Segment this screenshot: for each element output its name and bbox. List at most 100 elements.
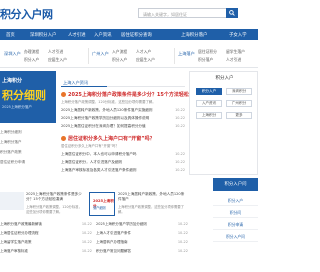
list-item-title: 积分落户常见问题解答 <box>96 249 131 253</box>
list-item-date: 10-22 <box>81 249 92 253</box>
tag-pill[interactable]: 更多 <box>226 112 252 119</box>
list-item-date: 10-22 <box>81 231 92 235</box>
tag-pill[interactable]: 深圳积分 <box>226 88 252 95</box>
section-underline <box>61 86 107 87</box>
news-row[interactable]: 上海落户审核标准及各类人才引进落户条件细则 10-22 <box>61 168 185 173</box>
lower-item-summary: 上海积分落户政策调整，120分标准，这些加分项你需要了解。 <box>26 205 82 214</box>
list-item-date: 10-22 <box>177 222 188 226</box>
right-card: 积分入户 积分入户 深圳积分 入户资讯 广州积分 上海积分 更多 <box>189 71 258 175</box>
list-item-title: 上海居住证积分办理流程 <box>0 231 39 235</box>
list-item-date: 10-22 <box>177 249 188 253</box>
nav-item-news[interactable]: 入户资讯 <box>94 32 112 38</box>
subnav-link[interactable]: 人才引进 <box>226 57 241 63</box>
divider <box>174 48 175 64</box>
subnav-link[interactable]: 积分入户 <box>112 57 127 63</box>
tag-pill[interactable]: 广州积分 <box>226 100 252 107</box>
tag-pill[interactable]: 上海积分 <box>196 112 222 119</box>
list-item-date: 10-22 <box>177 231 188 235</box>
right-card-title: 积分入户 <box>215 76 234 81</box>
news-title: 2025上海居住证积分在深圳办理？如何提高积分分值 <box>61 124 146 128</box>
news-row[interactable]: 上海居住证积分中，本人也可以申请积分落户吗 10-22 <box>61 152 185 157</box>
list-item[interactable]: 上海积分细则 <box>0 130 22 135</box>
promo-card-line2: 落户细则 <box>93 206 106 210</box>
news-date: 10-22 <box>175 116 185 120</box>
list-item[interactable]: 积分落户常见问题解答 10-22 <box>96 249 188 254</box>
main-nav: 首页 深圳积分入户 人才引进 入户资讯 居住证积分查询 上海积分落户 子女入学 <box>0 29 258 40</box>
subnav-link[interactable]: 人才入户 <box>136 49 151 55</box>
subnav-link[interactable]: 应届生入户 <box>48 57 67 63</box>
list-item-date: 10-22 <box>177 240 188 244</box>
list-item[interactable]: 上海积分落户 <box>0 140 22 145</box>
list-item[interactable]: 上海居住证积分办理流程 10-22 <box>0 231 92 236</box>
side-menu-link[interactable]: 积分入户问 <box>213 232 258 242</box>
nav-item-shanghai[interactable]: 上海积分落户 <box>181 32 207 38</box>
nav-item-school[interactable]: 子女入学 <box>229 32 247 38</box>
logo[interactable]: 积分入户网 <box>0 6 53 22</box>
nav-item-talent[interactable]: 人才引进 <box>68 32 86 38</box>
lower-item-title[interactable]: 2025上海居转户新政策，外地人员120条件落户 <box>118 192 186 202</box>
search-button[interactable] <box>226 8 238 18</box>
list-item[interactable]: 上海落户审核标准 10-22 <box>0 249 92 254</box>
promo-banner[interactable]: 上海积分 积分细则 2025上海积分落户 <box>0 71 56 123</box>
subnav-link[interactable]: 应届生入户 <box>136 57 155 63</box>
list-item[interactable]: 2025上海积分落户学历加分细则 10-22 <box>96 222 188 227</box>
news-title: 上海居住证积分中，本人也可以申请积分落户吗 <box>61 152 137 156</box>
banner-big-text: 积分细则 <box>2 89 46 102</box>
nav-item-shenzhen[interactable]: 深圳积分入户 <box>30 32 56 38</box>
subnav-title[interactable]: 上海落户 <box>178 51 195 57</box>
subnav-link[interactable]: 人才引进 <box>48 49 63 55</box>
news-row[interactable]: 2025上海积分落户政策学历加分细则以及具体操作说明 10-22 <box>61 116 185 121</box>
tag-pill[interactable]: 入户资讯 <box>196 100 222 107</box>
news-row[interactable]: 上海居住证积分，人才引进落户及细则 10-22 <box>61 160 185 165</box>
side-menu-link[interactable]: 积分申请 <box>213 220 258 230</box>
lower-item-summary: 上海积分落户政策调整，这些加分项你需要了解。 <box>118 205 184 214</box>
news-date: 10-22 <box>175 168 185 172</box>
subnav-link[interactable]: 入户流程 <box>112 49 127 55</box>
side-menu-link[interactable]: 积分入户 <box>213 196 258 206</box>
nav-item-residence-query[interactable]: 居住证积分查询 <box>121 32 152 38</box>
search-box <box>138 8 238 18</box>
news-row[interactable]: 2025上海居住证积分在深圳办理？如何提高积分分值 10-22 <box>61 124 185 129</box>
subnav-link[interactable]: 居住证积分 <box>198 49 217 55</box>
lower-section: 2025上海积分落户政策条件是多少分？15个方法轻松凑满 上海积分落户政策调整，… <box>0 192 188 272</box>
news-title: 2025上海居转户新政策，外地人员120条件落户实施细则 <box>61 108 153 112</box>
subnav-link[interactable]: 积分落户 <box>198 57 213 63</box>
search-icon <box>229 10 235 16</box>
section-header: 上海入户资讯 <box>61 78 185 87</box>
list-item[interactable]: 上海人才引进落户条件 10-22 <box>96 231 188 236</box>
list-item-title: 上海人才引进落户条件 <box>96 231 131 235</box>
subnav-title[interactable]: 广州入户 <box>92 51 109 57</box>
list-item-title: 2025上海积分落户学历加分细则 <box>96 222 147 226</box>
tag-pill[interactable]: 积分入户 <box>196 88 222 95</box>
subnav-link[interactable]: 办理流程 <box>24 49 39 55</box>
lower-item-title[interactable]: 2025上海积分落户政策条件是多少分？15个方法轻松凑满 <box>26 192 84 202</box>
side-menu-link[interactable]: 积分问 <box>213 208 258 218</box>
list-item-title: 上海留学生落户政策 <box>0 240 32 244</box>
list-item-title: 上海积分落户政策最新解读 <box>0 222 42 226</box>
list-item[interactable]: 上海居转户办理指南 10-22 <box>96 240 188 245</box>
subnav-title[interactable]: 深圳入户 <box>4 51 21 57</box>
banner-sub-text: 2025上海积分落户 <box>2 105 32 109</box>
header: 积分入户网 <box>0 0 258 28</box>
list-item-title: 上海居转户办理指南 <box>96 240 128 244</box>
promo-card[interactable]: 2025上海积分 落户细则 <box>89 192 115 216</box>
list-item[interactable]: 积分落户政策 <box>0 150 22 155</box>
subnav-link[interactable]: 留学生落户 <box>226 49 245 55</box>
headline-link[interactable]: 居住证积分多久上海户口有“开窗”吗？ <box>61 135 155 142</box>
news-row[interactable]: 2025上海居转户新政策，外地人员120条件落户实施细则 10-22 <box>61 108 185 113</box>
nav-item-home[interactable]: 首页 <box>6 32 15 38</box>
list-item[interactable]: 上海留学生落户政策 10-22 <box>0 240 92 245</box>
search-input[interactable] <box>143 11 223 17</box>
news-date: 10-22 <box>175 124 185 128</box>
list-item[interactable]: 上海积分落户政策最新解读 10-22 <box>0 222 92 227</box>
hot-icon <box>61 135 66 141</box>
side-menu-title: 积分入户问 <box>213 178 258 191</box>
subnav-block-shanghai: 上海落户 居住证积分 积分落户 留学生落户 人才引进 <box>178 47 256 65</box>
list-item-date: 10-22 <box>81 240 92 244</box>
list-item-date: 10-22 <box>81 222 92 226</box>
subnav-link[interactable]: 积分入户 <box>24 57 39 63</box>
list-item-title: 上海落户审核标准 <box>0 249 28 253</box>
thumbnail[interactable] <box>0 192 24 210</box>
list-item[interactable]: 居住证积分申请 <box>0 160 25 165</box>
sub-nav: 深圳入户 办理流程 积分入户 人才引进 应届生入户 广州入户 入户流程 积分入户… <box>0 44 258 68</box>
